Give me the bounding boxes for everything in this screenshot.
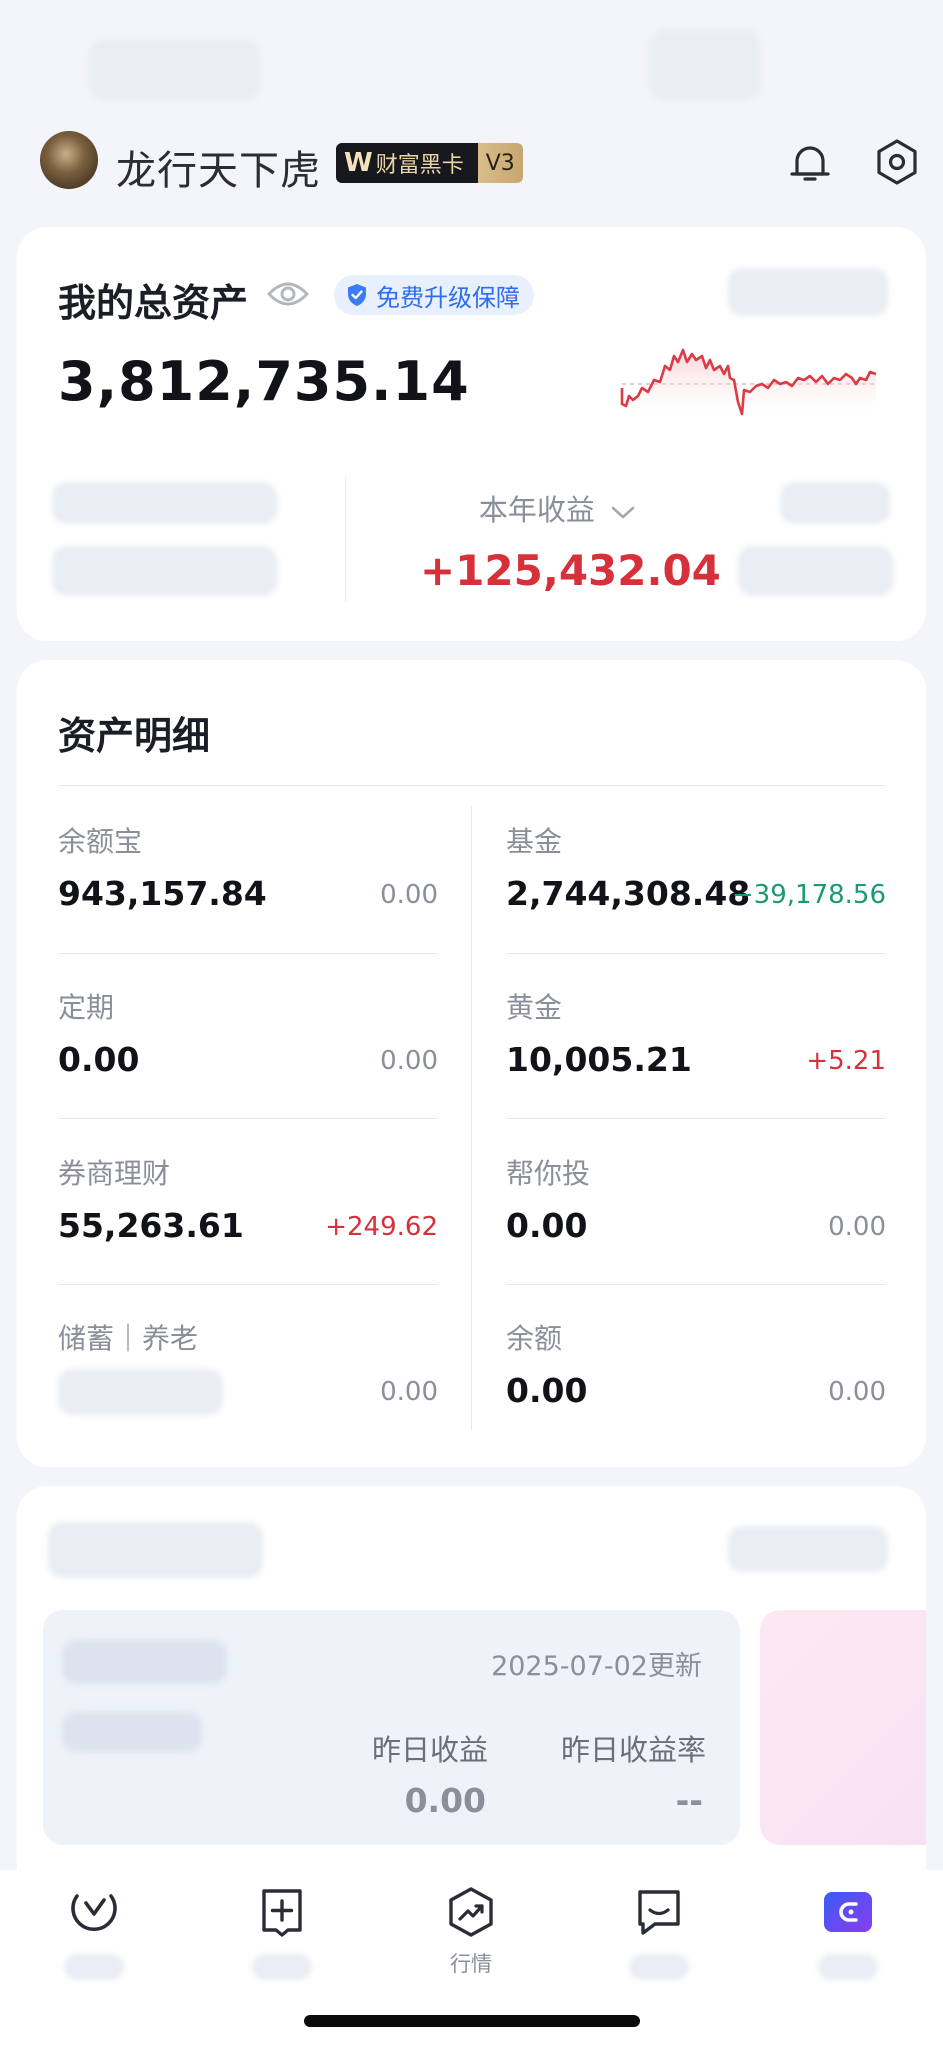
settings-icon[interactable]: [873, 138, 921, 186]
asset-detail-title: 资产明细: [58, 714, 211, 758]
blurred-nav-label: [252, 1954, 312, 1980]
vip-badge-label: 财富黑卡: [375, 153, 464, 178]
year-income-selector[interactable]: 本年收益: [440, 487, 675, 529]
blurred-right-label: [780, 482, 890, 524]
asset-trend-sparkline: [620, 348, 877, 416]
avatar[interactable]: [40, 131, 98, 189]
yesterday-income-value: 0.00: [404, 1781, 486, 1820]
asset-item-broker[interactable]: 券商理财 55,263.61 +249.62: [58, 1138, 438, 1288]
chevron-down-icon: [611, 506, 635, 519]
asset-item-fixed-term[interactable]: 定期 0.00 0.00: [58, 972, 438, 1122]
yesterday-rate-value: --: [675, 1781, 703, 1820]
add-square-icon: [262, 1889, 302, 1937]
update-date: 2025-07-02更新: [491, 1651, 702, 1682]
asset-value: 943,157.84: [58, 874, 267, 913]
home-indicator: [304, 2015, 640, 2027]
asset-value: 0.00: [506, 1371, 588, 1410]
asset-change: 0.00: [380, 1046, 438, 1076]
row-divider: [58, 1118, 438, 1119]
blurred-left-label: [52, 482, 277, 524]
username[interactable]: 龙行天下虎: [116, 138, 321, 196]
nav-item-wealth[interactable]: [222, 1880, 342, 1990]
message-icon: [638, 1890, 680, 1935]
asset-value: 0.00: [506, 1206, 588, 1245]
asset-change: −39,178.56: [731, 880, 886, 910]
detail-title-divider: [58, 785, 886, 786]
blurred-right-value: [738, 546, 893, 596]
asset-value: 55,263.61: [58, 1206, 244, 1245]
asset-label: 帮你投: [506, 1157, 591, 1190]
year-income-value: +125,432.04: [420, 546, 721, 595]
trend-icon: [449, 1887, 493, 1937]
blurred-card-link: [728, 1526, 888, 1572]
asset-value: 0.00: [58, 1040, 140, 1079]
asset-label: 黄金: [506, 991, 563, 1024]
blurred-nav-label: [629, 1954, 689, 1980]
summary-divider: [345, 477, 346, 602]
asset-label: 储蓄｜养老: [58, 1322, 199, 1355]
bell-icon[interactable]: [787, 140, 833, 186]
blurred-panel-subtitle: [62, 1712, 202, 1752]
nav-item-messages[interactable]: [599, 1880, 719, 1990]
blurred-savings-value: [58, 1369, 223, 1415]
blurred-panel-title: [62, 1640, 227, 1684]
asset-value: 2,744,308.48: [506, 874, 751, 913]
yesterday-rate-label: 昨日收益率: [560, 1733, 706, 1767]
asset-change: 0.00: [828, 1377, 886, 1407]
asset-label: 基金: [506, 825, 563, 858]
vip-badge[interactable]: W 财富黑卡 V3: [336, 143, 523, 183]
asset-item-yuebao[interactable]: 余额宝 943,157.84 0.00: [58, 806, 438, 956]
blurred-card-title: [48, 1522, 263, 1578]
asset-label: 余额: [506, 1322, 563, 1355]
asset-item-savings[interactable]: 储蓄｜养老 0.00: [58, 1303, 438, 1453]
clock-icon: [71, 1894, 117, 1932]
nav-label-market: 行情: [450, 1952, 492, 1976]
nav-item-market[interactable]: 行情: [411, 1880, 531, 1990]
vip-level: V3: [477, 143, 523, 183]
total-assets-title: 我的总资产: [58, 281, 249, 325]
row-divider: [506, 1284, 886, 1285]
wallet-icon: [824, 1892, 872, 1932]
blurred-status-area: [90, 40, 260, 100]
asset-change: 0.00: [828, 1212, 886, 1242]
yesterday-income-label: 昨日收益: [371, 1733, 488, 1767]
asset-change: +249.62: [325, 1212, 438, 1242]
asset-change: 0.00: [380, 880, 438, 910]
asset-label: 余额宝: [58, 825, 143, 858]
blurred-left-value: [52, 546, 277, 596]
asset-change: +5.21: [806, 1046, 886, 1076]
eye-icon[interactable]: [266, 276, 310, 312]
protect-upgrade-label: 免费升级保障: [376, 283, 520, 312]
asset-change: 0.00: [380, 1377, 438, 1407]
asset-label: 券商理财: [58, 1157, 171, 1190]
promo-panel[interactable]: [760, 1610, 926, 1845]
row-divider: [506, 953, 886, 954]
shield-check-icon: [348, 284, 366, 306]
detail-column-divider: [471, 806, 472, 1430]
blurred-status-area-right: [650, 30, 760, 100]
nav-item-mine[interactable]: [788, 1880, 908, 1990]
row-divider: [58, 1284, 438, 1285]
blurred-nav-label: [818, 1954, 878, 1980]
total-assets-value: 3,812,735.14: [58, 350, 470, 413]
nav-item-home[interactable]: [34, 1880, 154, 1990]
blurred-nav-label: [64, 1954, 124, 1980]
row-divider: [506, 1118, 886, 1119]
year-income-label: 本年收益: [478, 493, 595, 527]
row-divider: [58, 953, 438, 954]
vip-logo: W: [344, 148, 373, 178]
protect-upgrade-pill[interactable]: 免费升级保障: [334, 275, 534, 315]
asset-item-balance[interactable]: 余额 0.00 0.00: [506, 1303, 886, 1453]
asset-value: 10,005.21: [506, 1040, 692, 1079]
blurred-top-right: [728, 268, 888, 316]
asset-item-gold[interactable]: 黄金 10,005.21 +5.21: [506, 972, 886, 1122]
asset-item-help-invest[interactable]: 帮你投 0.00 0.00: [506, 1138, 886, 1288]
asset-label: 定期: [58, 991, 115, 1024]
asset-item-fund[interactable]: 基金 2,744,308.48 −39,178.56: [506, 806, 886, 956]
